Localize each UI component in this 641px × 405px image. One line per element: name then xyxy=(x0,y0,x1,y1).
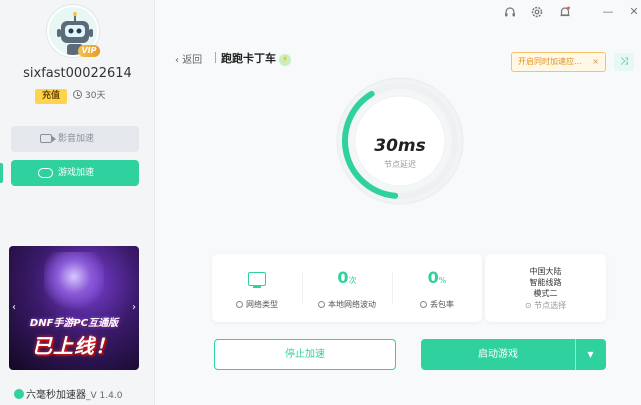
node-select-card[interactable]: 中国大陆 智能线路 模式二 ⊙ 节点选择 xyxy=(485,254,606,322)
latency-value: 30ms xyxy=(374,136,426,156)
notice-text: 开启同时加速应... xyxy=(518,57,582,66)
sidebar-item-game-acceleration[interactable]: 游戏加速 xyxy=(11,160,139,186)
sidebar-item-video-acceleration[interactable]: 影音加速 xyxy=(11,126,139,152)
video-icon xyxy=(40,134,56,143)
launch-game-label: 启动游戏 xyxy=(478,349,518,360)
game-title: 跑跑卡丁车 ⚡ xyxy=(221,50,291,66)
stat-label: 网络类型 xyxy=(212,299,302,310)
sidebar: VIP sixfast00022614 充值 30天 影音加速 游戏加速 ‹ ›… xyxy=(0,0,155,405)
username: sixfast00022614 xyxy=(23,66,132,81)
node-route: 智能线路 xyxy=(529,278,562,287)
network-device-icon xyxy=(248,272,266,288)
bell-icon[interactable] xyxy=(558,5,572,19)
days-text: 30天 xyxy=(85,91,106,101)
stat-fluctuation: 0次 本地网络波动 xyxy=(302,254,392,322)
promo-banner[interactable]: ‹ › DNF手游PC互通版 已上线！ xyxy=(9,246,139,370)
vip-badge: VIP xyxy=(78,45,100,57)
network-stats-card: 网络类型 0次 本地网络波动 0% 丢包率 xyxy=(212,254,482,322)
banner-subheadline: 已上线！ xyxy=(32,334,116,358)
app-name: 六毫秒加速器 xyxy=(26,390,86,401)
link-icon xyxy=(420,301,427,308)
globe-icon xyxy=(236,301,243,308)
shuffle-icon[interactable]: ⤨ xyxy=(614,53,634,71)
stop-acceleration-button[interactable]: 停止加速 xyxy=(214,339,396,370)
app-version: _V 1.4.0 xyxy=(86,391,123,401)
active-nav-indicator xyxy=(0,163,3,183)
banner-pagination[interactable] xyxy=(59,361,89,365)
node-select-label: ⊙ 节点选择 xyxy=(524,301,567,310)
banner-headline: DNF手游PC互通版 xyxy=(29,318,119,329)
node-region: 中国大陆 xyxy=(529,267,562,276)
clock-icon xyxy=(73,90,82,99)
title-divider xyxy=(215,52,216,63)
notice-banner[interactable]: 开启同时加速应... × xyxy=(511,52,606,72)
gamepad-icon xyxy=(38,168,53,178)
banner-prev-icon[interactable]: ‹ xyxy=(12,302,16,313)
app-logo-icon xyxy=(14,389,24,399)
stat-label: 丢包率 xyxy=(392,299,482,310)
stat-value: 0% xyxy=(427,268,447,287)
sidebar-item-label: 游戏加速 xyxy=(58,168,95,178)
back-label: 返回 xyxy=(182,55,203,66)
stat-label: 本地网络波动 xyxy=(302,299,392,310)
node-mode: 模式二 xyxy=(533,289,558,298)
stat-value: 0次 xyxy=(337,268,357,287)
sidebar-item-label: 影音加速 xyxy=(58,134,95,144)
app-footer: 六毫秒加速器_V 1.4.0 xyxy=(14,386,122,401)
back-button[interactable]: ‹ 返回 xyxy=(175,51,202,66)
close-icon[interactable]: ✕ xyxy=(627,5,641,19)
days-remaining: 30天 xyxy=(73,89,105,104)
launch-game-button[interactable]: 启动游戏 ▼ xyxy=(421,339,606,370)
stat-packet-loss: 0% 丢包率 xyxy=(392,254,482,322)
gear-icon[interactable] xyxy=(530,5,544,19)
lightning-icon: ⚡ xyxy=(279,54,291,66)
pulse-icon xyxy=(318,301,325,308)
minimize-icon[interactable]: — xyxy=(601,5,615,19)
main-panel: — ✕ ‹ 返回 跑跑卡丁车 ⚡ 开启同时加速应... × ⤨ 30ms 节点延迟… xyxy=(155,0,641,405)
stat-network-type: 网络类型 xyxy=(212,254,302,322)
notice-close-icon[interactable]: × xyxy=(592,53,599,71)
headset-icon[interactable] xyxy=(503,5,517,19)
chevron-down-icon[interactable]: ▼ xyxy=(575,339,606,370)
latency-label: 节点延迟 xyxy=(384,160,416,169)
game-title-text: 跑跑卡丁车 xyxy=(221,52,276,65)
recharge-button[interactable]: 充值 xyxy=(35,89,67,104)
banner-character-art xyxy=(44,252,104,314)
banner-next-icon[interactable]: › xyxy=(132,302,136,313)
